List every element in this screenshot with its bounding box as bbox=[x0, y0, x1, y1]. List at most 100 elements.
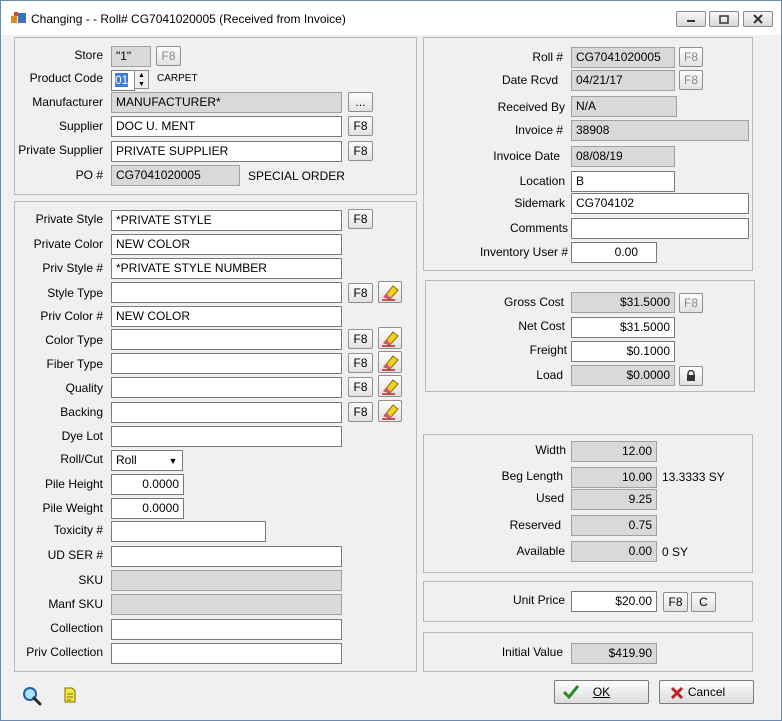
product-code-field[interactable]: 01 bbox=[111, 70, 135, 91]
store-f8-button[interactable]: F8 bbox=[156, 46, 181, 66]
fiber-type-clear-button[interactable] bbox=[378, 351, 402, 373]
quality-clear-button[interactable] bbox=[378, 375, 402, 397]
priv-style-number-field[interactable]: *PRIVATE STYLE NUMBER bbox=[111, 258, 342, 279]
dye-lot-field[interactable] bbox=[111, 426, 342, 447]
private-supplier-label: Private Supplier bbox=[18, 143, 103, 157]
fiber-type-label: Fiber Type bbox=[46, 357, 103, 371]
maximize-button[interactable] bbox=[709, 11, 739, 27]
ok-button[interactable]: OK bbox=[554, 680, 649, 704]
collection-field[interactable] bbox=[111, 619, 342, 640]
search-button[interactable] bbox=[21, 685, 43, 707]
product-code-description: CARPET bbox=[157, 73, 198, 84]
style-type-f8-button[interactable]: F8 bbox=[348, 283, 373, 303]
color-type-clear-button[interactable] bbox=[378, 327, 402, 349]
private-style-f8-button[interactable]: F8 bbox=[348, 209, 373, 229]
supplier-label: Supplier bbox=[58, 119, 103, 133]
freight-label: Freight bbox=[529, 343, 567, 357]
manufacturer-lookup-button[interactable]: ... bbox=[348, 92, 373, 112]
eraser-icon bbox=[382, 285, 399, 301]
backing-label: Backing bbox=[60, 405, 103, 419]
unit-price-field[interactable]: $20.00 bbox=[571, 591, 657, 612]
quality-field[interactable] bbox=[111, 377, 342, 398]
store-field: "1" bbox=[111, 46, 151, 67]
pile-height-field[interactable]: 0.0000 bbox=[111, 474, 184, 495]
toxicity-field[interactable] bbox=[111, 521, 266, 542]
dialog-window: Changing - - Roll# CG7041020005 (Receive… bbox=[0, 0, 782, 721]
pile-weight-field[interactable]: 0.0000 bbox=[111, 498, 184, 519]
po-field: CG7041020005 bbox=[111, 165, 240, 186]
color-type-f8-button[interactable]: F8 bbox=[348, 329, 373, 349]
ud-ser-field[interactable] bbox=[111, 546, 342, 567]
minimize-button[interactable] bbox=[676, 11, 706, 27]
beg-length-field: 10.00 bbox=[571, 467, 657, 488]
backing-clear-button[interactable] bbox=[378, 400, 402, 422]
manufacturer-label: Manufacturer bbox=[32, 95, 103, 109]
pile-height-label: Pile Height bbox=[44, 477, 103, 491]
backing-field[interactable] bbox=[111, 402, 342, 423]
comments-field[interactable] bbox=[571, 218, 749, 239]
private-color-label: Private Color bbox=[33, 237, 103, 251]
reserved-field: 0.75 bbox=[571, 515, 657, 536]
unit-price-f8-button[interactable]: F8 bbox=[663, 592, 688, 612]
load-field: $0.0000 bbox=[571, 365, 675, 386]
used-field: 9.25 bbox=[571, 489, 657, 510]
load-label: Load bbox=[536, 368, 563, 382]
color-type-field[interactable] bbox=[111, 329, 342, 350]
available-field: 0.00 bbox=[571, 541, 657, 562]
date-rcvd-f8-button[interactable]: F8 bbox=[679, 70, 703, 90]
style-type-clear-button[interactable] bbox=[378, 281, 402, 303]
fiber-type-f8-button[interactable]: F8 bbox=[348, 353, 373, 373]
style-type-field[interactable] bbox=[111, 282, 342, 303]
minimize-icon bbox=[687, 20, 695, 22]
manf-sku-field bbox=[111, 594, 342, 615]
supplier-field[interactable]: DOC U. MENT bbox=[111, 116, 342, 137]
invoice-date-field: 08/08/19 bbox=[571, 146, 675, 167]
supplier-f8-button[interactable]: F8 bbox=[348, 116, 373, 136]
cancel-button[interactable]: Cancel bbox=[659, 680, 754, 704]
private-supplier-field[interactable]: PRIVATE SUPPLIER bbox=[111, 141, 342, 162]
received-by-label: Received By bbox=[497, 100, 565, 114]
ok-label: OK bbox=[592, 685, 611, 699]
notes-button[interactable] bbox=[63, 687, 77, 703]
beg-length-sy: 13.3333 SY bbox=[662, 470, 725, 484]
private-style-field[interactable]: *PRIVATE STYLE bbox=[111, 210, 342, 231]
pile-weight-label: Pile Weight bbox=[42, 501, 103, 515]
quality-f8-button[interactable]: F8 bbox=[348, 377, 373, 397]
used-label: Used bbox=[535, 491, 564, 505]
roll-cut-select[interactable]: Roll ▼ bbox=[111, 450, 183, 471]
priv-color-number-field[interactable]: NEW COLOR bbox=[111, 306, 342, 327]
cancel-label: Cancel bbox=[687, 685, 726, 699]
date-rcvd-label: Date Rcvd bbox=[501, 73, 558, 87]
inventory-user-field[interactable]: 0.00 bbox=[571, 242, 657, 263]
eraser-icon bbox=[382, 331, 399, 347]
unit-price-label: Unit Price bbox=[512, 593, 565, 607]
unit-price-c-button[interactable]: C bbox=[691, 592, 716, 612]
lock-icon bbox=[687, 370, 695, 381]
net-cost-field[interactable]: $31.5000 bbox=[571, 317, 675, 338]
gross-cost-f8-button[interactable]: F8 bbox=[679, 293, 703, 313]
spin-up-icon[interactable]: ▲ bbox=[135, 71, 148, 80]
app-icon bbox=[11, 12, 26, 23]
priv-collection-field[interactable] bbox=[111, 643, 342, 664]
eraser-icon bbox=[382, 404, 399, 420]
sku-field bbox=[111, 570, 342, 591]
spin-down-icon[interactable]: ▼ bbox=[135, 80, 148, 89]
search-icon bbox=[23, 687, 42, 706]
sidemark-field[interactable]: CG704102 bbox=[571, 193, 749, 214]
close-button[interactable] bbox=[743, 11, 773, 27]
invoice-date-label: Invoice Date bbox=[493, 149, 560, 163]
product-code-spinner[interactable]: ▲ ▼ bbox=[134, 70, 149, 89]
load-lock-button[interactable] bbox=[679, 366, 703, 386]
product-code-label: Product Code bbox=[29, 71, 103, 85]
private-supplier-f8-button[interactable]: F8 bbox=[348, 141, 373, 161]
width-field: 12.00 bbox=[571, 441, 657, 462]
freight-field[interactable]: $0.1000 bbox=[571, 341, 675, 362]
fiber-type-field[interactable] bbox=[111, 353, 342, 374]
location-field[interactable]: B bbox=[571, 171, 675, 192]
net-cost-label: Net Cost bbox=[518, 319, 565, 333]
backing-f8-button[interactable]: F8 bbox=[348, 402, 373, 422]
private-color-field[interactable]: NEW COLOR bbox=[111, 234, 342, 255]
private-style-label: Private Style bbox=[35, 212, 103, 226]
roll-f8-button[interactable]: F8 bbox=[679, 47, 703, 67]
location-label: Location bbox=[519, 174, 565, 188]
